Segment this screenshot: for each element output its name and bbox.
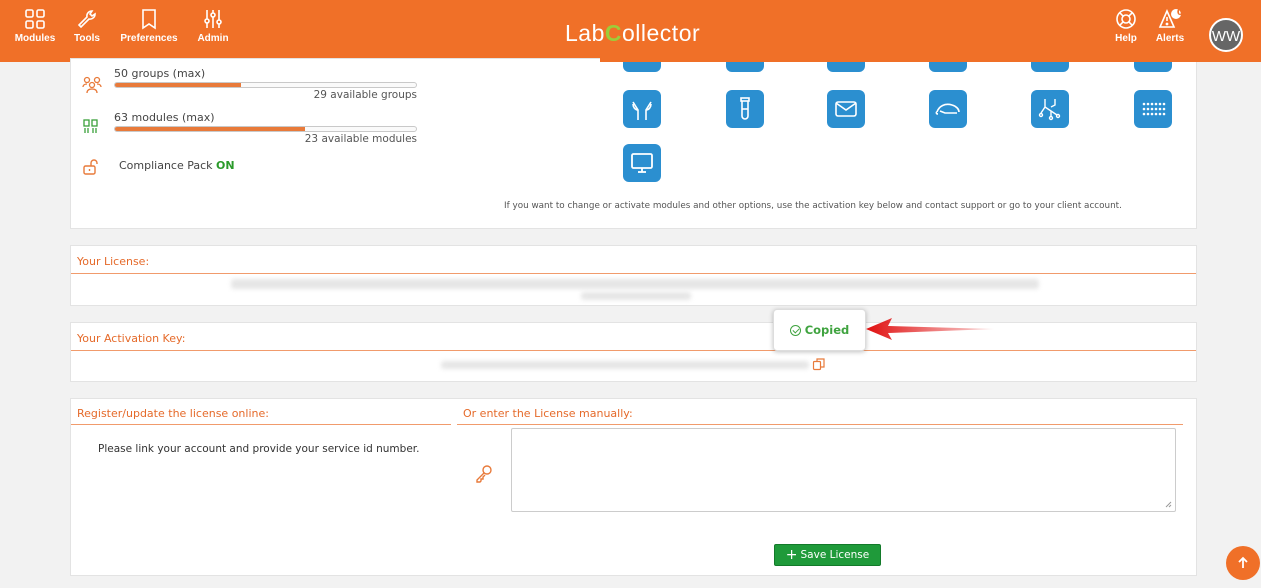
- alerts-button[interactable]: Alerts: [1146, 8, 1194, 44]
- help-label: Help: [1115, 33, 1137, 44]
- nav-preferences[interactable]: Preferences: [119, 8, 179, 44]
- modules-max-label: 63 modules (max): [114, 111, 215, 124]
- resize-handle-icon[interactable]: [1165, 501, 1172, 508]
- license-title: Your License:: [77, 255, 150, 268]
- plus-icon: +: [785, 547, 798, 563]
- tube-icon[interactable]: [726, 90, 764, 128]
- users-group-icon: [82, 76, 102, 94]
- nav-tools[interactable]: Tools: [57, 8, 117, 44]
- license-value-blurred[interactable]: [231, 279, 1039, 289]
- logo-c: C: [604, 20, 622, 46]
- logo-text-left: Lab: [565, 20, 605, 46]
- copied-tooltip: Copied: [773, 309, 866, 351]
- lifebuoy-icon: [1116, 9, 1136, 29]
- alerts-label: Alerts: [1155, 33, 1185, 44]
- register-divider: [71, 424, 451, 425]
- help-button[interactable]: Help: [1104, 8, 1148, 44]
- app-logo[interactable]: LabCollector: [565, 20, 700, 47]
- monitor-icon[interactable]: [623, 144, 661, 182]
- check-circle-icon: [789, 324, 801, 336]
- bookmark-icon: [142, 9, 156, 30]
- copy-icon[interactable]: [812, 357, 826, 371]
- user-avatar[interactable]: WW: [1209, 18, 1243, 52]
- compliance-pack: Compliance Pack ON: [119, 159, 235, 172]
- register-text: Please link your account and provide you…: [98, 443, 420, 455]
- activation-key-blurred[interactable]: [441, 361, 809, 369]
- save-license-label: Save License: [800, 549, 870, 561]
- nav-admin[interactable]: Admin: [183, 8, 243, 44]
- activation-divider: [71, 350, 1196, 351]
- groups-progress-bar: [114, 82, 417, 88]
- grid-icon: [25, 9, 45, 29]
- topbar-overlap: [600, 44, 1200, 62]
- molecule-icon[interactable]: [1031, 90, 1069, 128]
- license-value-blurred-2: [581, 292, 691, 300]
- nav-admin-label: Admin: [197, 33, 229, 44]
- scroll-to-top-button[interactable]: [1226, 546, 1260, 580]
- envelope-icon[interactable]: [827, 90, 865, 128]
- copied-label: Copied: [804, 323, 850, 337]
- license-panel: Your License:: [70, 245, 1197, 306]
- manual-divider: [457, 424, 1183, 425]
- antibody-icon[interactable]: [623, 90, 661, 128]
- arrow-up-icon: [1238, 556, 1248, 568]
- wrench-icon: [77, 10, 96, 29]
- license-textarea[interactable]: [511, 428, 1176, 512]
- compliance-status: ON: [216, 159, 235, 172]
- nav-preferences-label: Preferences: [120, 33, 178, 44]
- nav-modules-label: Modules: [14, 33, 56, 44]
- plate-icon[interactable]: [1134, 90, 1172, 128]
- compliance-label: Compliance Pack: [119, 159, 213, 172]
- modules-available-label: 23 available modules: [304, 133, 417, 145]
- activation-hint-text: If you want to change or activate module…: [504, 201, 1122, 211]
- sliders-icon: [204, 10, 222, 28]
- nav-modules[interactable]: Modules: [5, 8, 65, 44]
- modules-progress-fill: [115, 127, 305, 131]
- manual-title: Or enter the License manually:: [463, 407, 633, 420]
- groups-available-label: 29 available groups: [313, 89, 417, 101]
- logo-text-right: ollector: [622, 20, 701, 46]
- register-title: Register/update the license online:: [77, 407, 269, 420]
- key-icon: [476, 465, 492, 483]
- red-arrow-icon: [866, 318, 994, 340]
- mouse-icon[interactable]: [929, 90, 967, 128]
- modules-progress-bar: [114, 126, 417, 132]
- groups-progress-fill: [115, 83, 242, 87]
- license-divider: [71, 273, 1196, 274]
- alerts-count-badge: 0: [1176, 8, 1184, 18]
- save-license-button[interactable]: + Save License: [774, 544, 881, 566]
- nav-tools-label: Tools: [74, 33, 100, 44]
- groups-max-label: 50 groups (max): [114, 67, 206, 80]
- activation-key-title: Your Activation Key:: [77, 332, 186, 345]
- activation-key-panel: Your Activation Key:: [70, 322, 1197, 382]
- unlock-icon: [83, 159, 98, 175]
- module-blocks-icon: [83, 119, 98, 133]
